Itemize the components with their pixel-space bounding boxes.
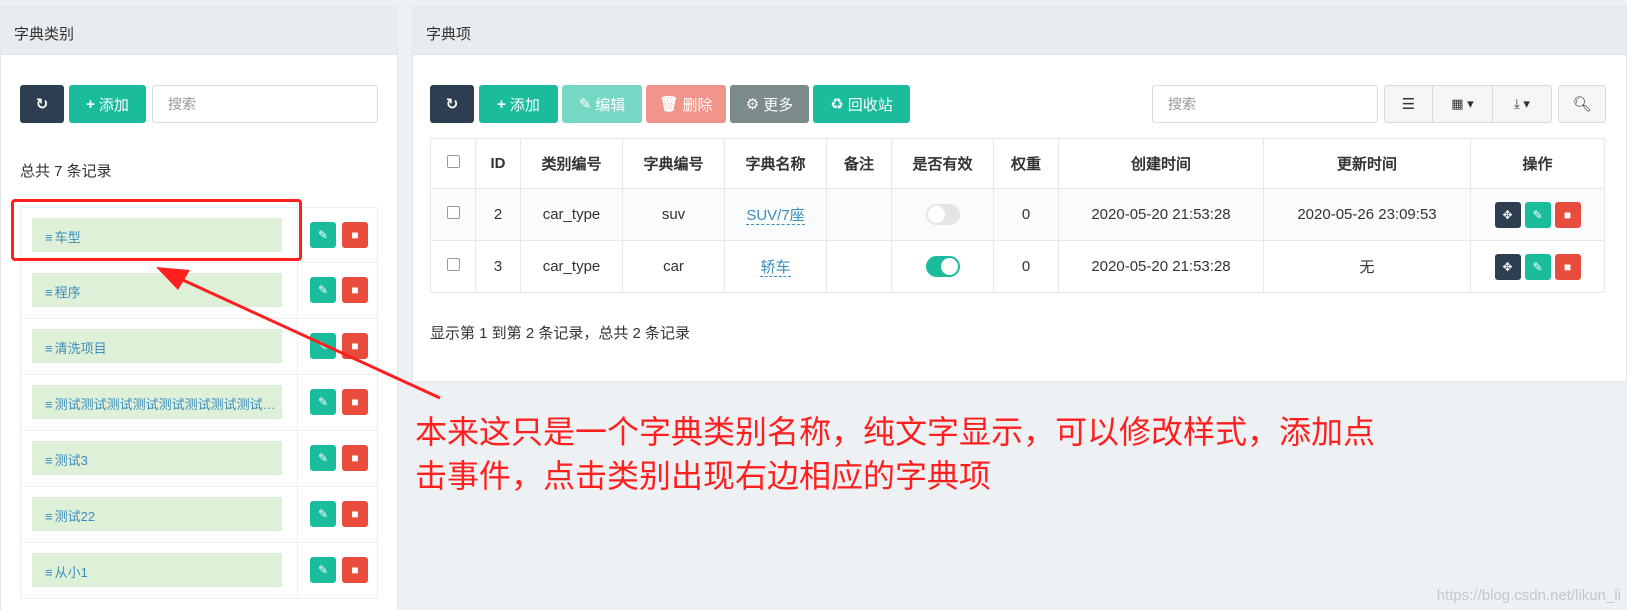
annotation-arrow bbox=[156, 267, 441, 400]
annotation-arrow-line bbox=[171, 273, 441, 400]
annotation-arrow-head bbox=[156, 267, 190, 290]
watermark: https://blog.csdn.net/likun_li bbox=[1436, 587, 1621, 604]
annotation-line-1: 本来这只是一个字典类别名称，纯文字显示，可以修改样式，添加点 bbox=[415, 414, 1376, 450]
annotation-text: 本来这只是一个字典类别名称，纯文字显示，可以修改样式，添加点 击事件，点击类别出… bbox=[415, 410, 1425, 498]
annotation-line-2: 击事件，点击类别出现右边相应的字典项 bbox=[415, 458, 992, 494]
